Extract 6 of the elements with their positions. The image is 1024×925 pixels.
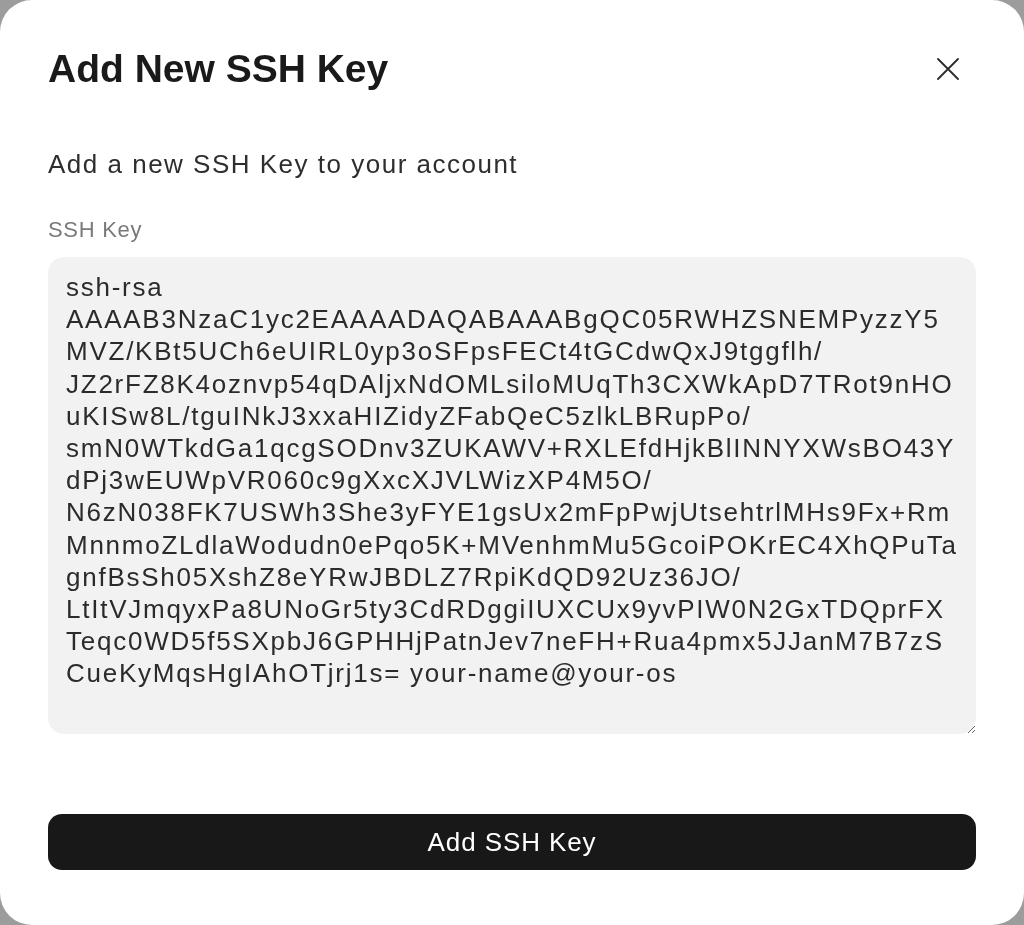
- dialog-title: Add New SSH Key: [48, 46, 389, 92]
- field-label: SSH Key: [48, 216, 143, 244]
- add-key-button[interactable]: Add SSH Key: [48, 814, 976, 870]
- close-icon: [937, 58, 959, 80]
- ssh-key-field[interactable]: ssh-rsa AAAAB3NzaC1yc2EAAAADAQABAAABgQC05RWHZSNEMPyzzY5MVZ/KBt5UCh6eUIRL0yp3oSFpsFECt4tGCdwQxJ9tggflh/JZ2rFZ8K4oznvp54qDAljxNdOMLsiloMUqTh3CXWkApD7TRot9nHOuKISw8L/tguINkJ3xxaHIZidyZFabQeC5zlkLBRupPo/smN0WTkdGa1qcgSODnv3ZUKAWV+RXLEfdHjkBlINNYXWsBO43YdPj3wEUWpVR060c9gXxcXJVLWizXP4M5O/N6zN038FK7USWh3She3yFYE1gsUx2mFpPwjUtsehtrlMHs9Fx+RmMnnmoZLdlaWodudn0ePqo5K+MVenhmMu5GcoiPOKrEC4XhQPuTagnfBsSh05XshZ8eYRwJBDLZ7RpiKdQD92Uz36JO/LtItVJmqyxPa8UNoGr5ty3CdRDggiIUXCUx9yvPIW0N2GxTDQprFXTeqc0WD5f5SXpbJ6GPHHjPatnJev7neFH+Rua4pmx5JJanM7B7zSCueKyMqsHgIAhOTjrj1s= your-name@your-os: [48, 257, 976, 734]
- dialog-description: Add a new SSH Key to your account: [48, 148, 519, 181]
